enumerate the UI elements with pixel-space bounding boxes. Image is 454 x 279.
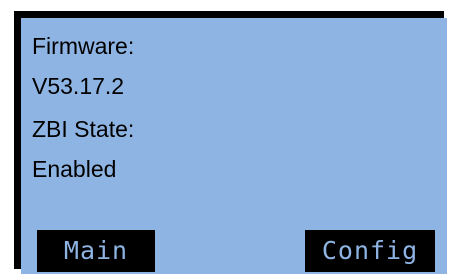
- zbi-state-label: ZBI State:: [32, 116, 135, 142]
- firmware-version-value: V53.17.2: [32, 73, 125, 99]
- lcd-bezel: Firmware: V53.17.2 ZBI State: Enabled Ma…: [14, 11, 447, 274]
- firmware-label: Firmware:: [32, 33, 135, 59]
- config-softkey-button[interactable]: Config: [305, 230, 435, 272]
- zbi-state-value: Enabled: [32, 156, 117, 182]
- main-softkey-button[interactable]: Main: [37, 230, 155, 272]
- lcd-screen: Firmware: V53.17.2 ZBI State: Enabled Ma…: [21, 18, 447, 274]
